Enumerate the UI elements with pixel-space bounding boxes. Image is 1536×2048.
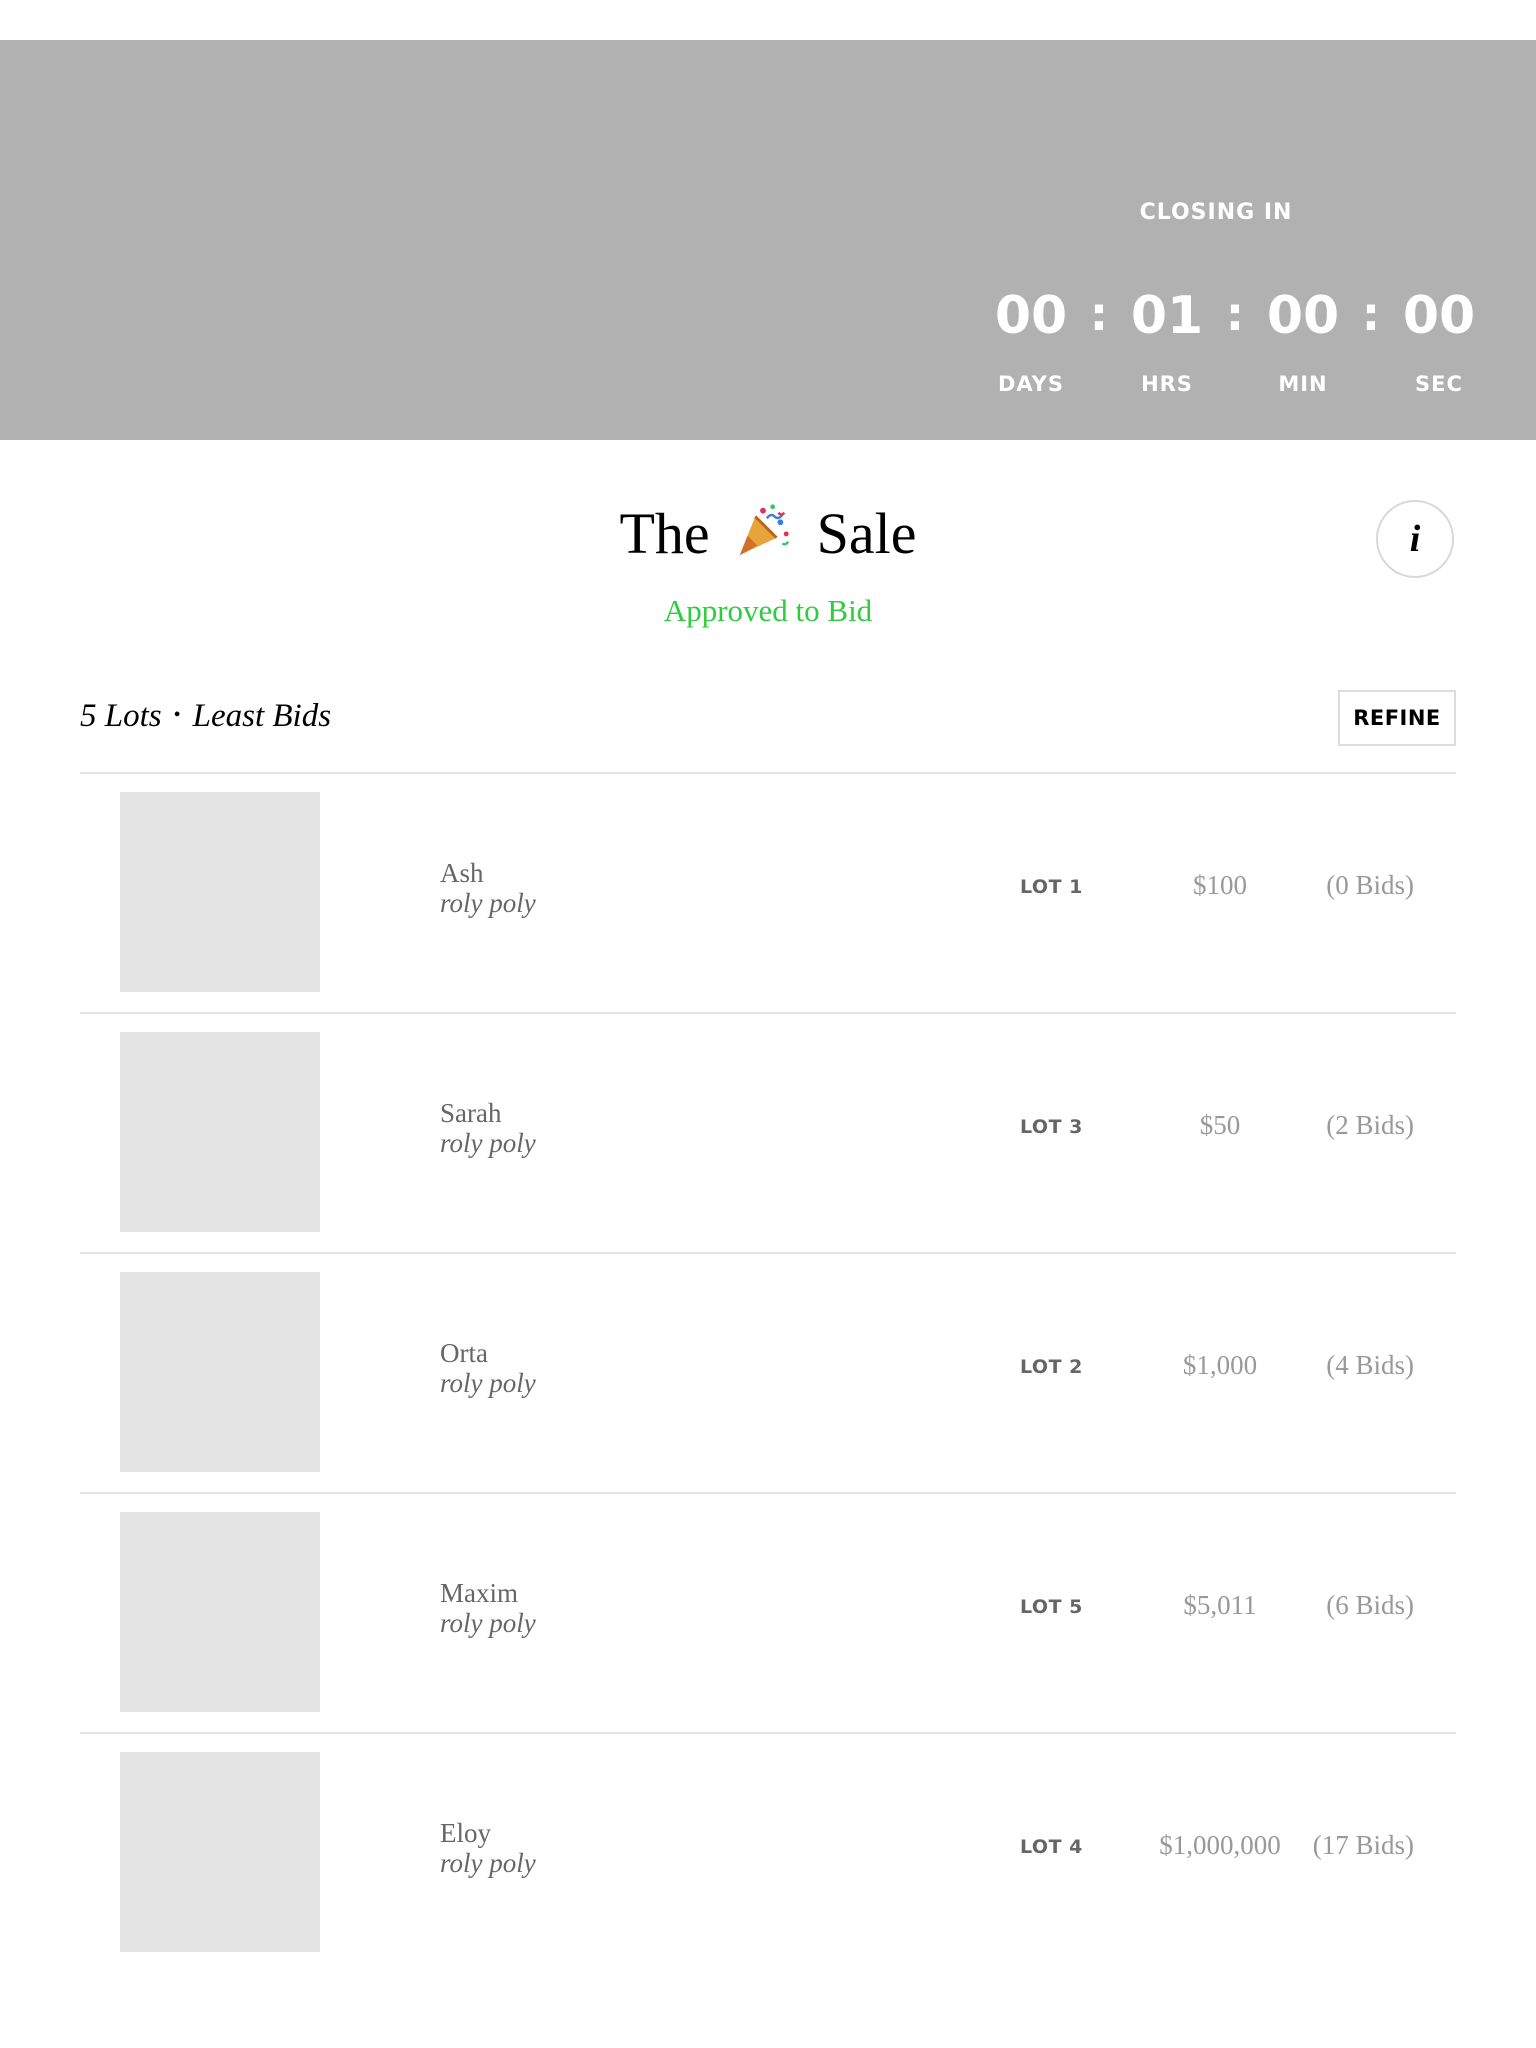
lot-number: LOT 4 [1020, 1836, 1083, 1858]
lot-list-header: 5 Lots • Least Bids REFINE [80, 690, 1456, 774]
bid-status: Approved to Bid [663, 593, 873, 628]
lot-artist: Sarah [440, 1098, 502, 1128]
countdown-separator: : [1225, 287, 1245, 341]
lot-row[interactable]: Sarah roly poly LOT 3 $50 (2 Bids) [80, 1014, 1456, 1254]
lots-summary: 5 Lots • Least Bids [80, 698, 331, 735]
countdown-seconds: 00 SEC [1384, 290, 1494, 396]
lot-price: $50 [1199, 1110, 1241, 1140]
lot-bid-count: (0 Bids) [1326, 870, 1414, 900]
lot-thumbnail[interactable] [120, 1272, 320, 1472]
seconds-label: SEC [1415, 372, 1463, 396]
lot-bid-count: (4 Bids) [1326, 1350, 1414, 1380]
lot-row[interactable]: Orta roly poly LOT 2 $1,000 (4 Bids) [80, 1254, 1456, 1494]
lot-price: $1,000,000 [1159, 1830, 1281, 1860]
summary-separator: • [173, 704, 181, 726]
header-banner: CLOSING IN 00 DAYS : 01 HRS : 00 MIN : 0… [0, 40, 1536, 440]
lot-price: $1,000 [1182, 1350, 1258, 1380]
countdown-hours: 01 HRS [1112, 290, 1222, 396]
seconds-value: 00 [1402, 286, 1476, 346]
countdown-minutes: 00 MIN [1248, 290, 1358, 396]
lot-thumbnail[interactable] [120, 1752, 320, 1952]
lot-number: LOT 3 [1020, 1116, 1083, 1138]
lot-artist: Ash [440, 858, 484, 888]
lot-number: LOT 2 [1020, 1356, 1083, 1378]
lot-thumbnail[interactable] [120, 1512, 320, 1712]
hours-value: 01 [1130, 286, 1204, 346]
lot-artist: Maxim [440, 1578, 518, 1608]
lot-title: roly poly [440, 1128, 536, 1158]
sale-title-prefix: The [619, 501, 710, 566]
sale-title: The Sale [0, 497, 1536, 571]
lot-price: $100 [1193, 870, 1247, 900]
minutes-value: 00 [1266, 286, 1340, 346]
lot-number: LOT 1 [1020, 876, 1083, 898]
lot-title: roly poly [440, 888, 536, 918]
lot-thumbnail[interactable] [120, 792, 320, 992]
countdown-separator: : [1089, 287, 1109, 341]
closing-in-label: CLOSING IN [1139, 200, 1293, 225]
lot-bid-count: (6 Bids) [1326, 1590, 1414, 1620]
lot-title: roly poly [440, 1368, 536, 1398]
refine-button[interactable]: REFINE [1338, 690, 1456, 746]
hours-label: HRS [1141, 372, 1193, 396]
lot-title: roly poly [440, 1608, 536, 1638]
countdown-separator: : [1361, 287, 1381, 341]
lot-number: LOT 5 [1020, 1596, 1083, 1618]
lot-row[interactable]: Ash roly poly LOT 1 $100 (0 Bids) [80, 774, 1456, 1014]
lot-row[interactable]: Maxim roly poly LOT 5 $5,011 (6 Bids) [80, 1494, 1456, 1734]
lot-count: 5 Lots [80, 698, 162, 734]
lot-artist: Eloy [440, 1818, 491, 1848]
info-icon: i [1409, 518, 1421, 560]
sale-title-suffix: Sale [816, 501, 917, 566]
lot-list: Ash roly poly LOT 1 $100 (0 Bids) Sarah … [80, 774, 1456, 1972]
lot-title: roly poly [440, 1848, 536, 1878]
lot-bid-count: (17 Bids) [1312, 1830, 1414, 1860]
lot-price: $5,011 [1183, 1590, 1257, 1620]
minutes-label: MIN [1278, 372, 1328, 396]
info-button[interactable]: i [1376, 500, 1454, 578]
days-label: DAYS [997, 372, 1064, 396]
days-value: 00 [994, 286, 1068, 346]
countdown-days: 00 DAYS [976, 290, 1086, 396]
countdown-units: 00 DAYS : 01 HRS : 00 MIN : 00 SEC [976, 287, 1475, 420]
sort-label: Least Bids [192, 698, 332, 734]
lot-row[interactable]: Eloy roly poly LOT 4 $1,000,000 (17 Bids… [80, 1734, 1456, 1972]
lot-thumbnail[interactable] [120, 1032, 320, 1232]
lot-artist: Orta [440, 1338, 488, 1368]
party-popper-icon [739, 504, 790, 556]
lot-bid-count: (2 Bids) [1326, 1110, 1414, 1140]
